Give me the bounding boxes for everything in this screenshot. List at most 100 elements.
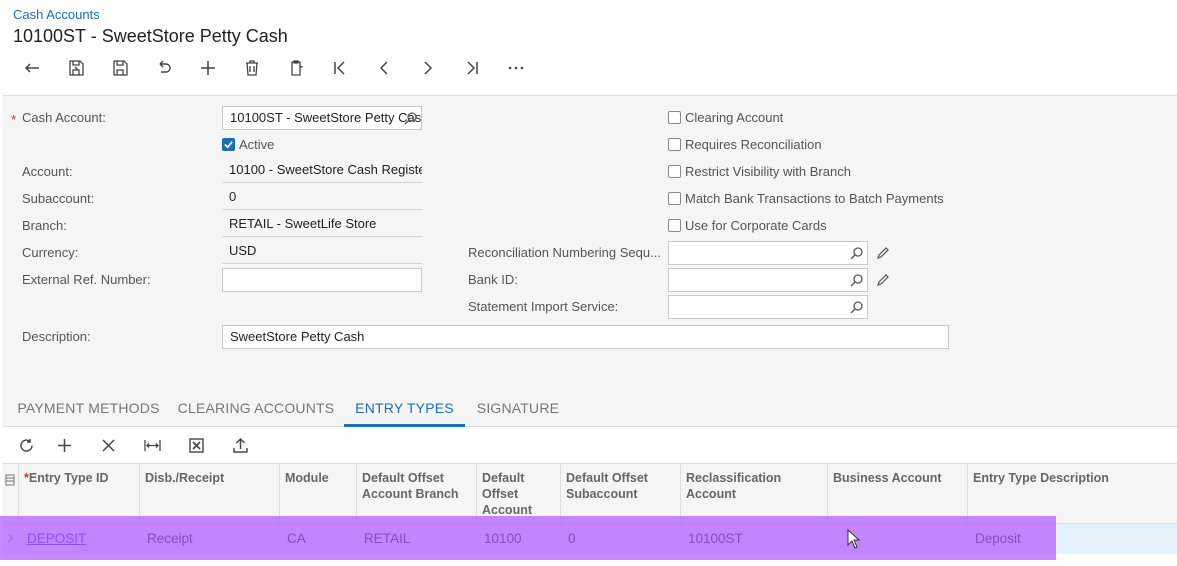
pencil-icon[interactable] bbox=[876, 273, 890, 287]
required-mark: * bbox=[11, 112, 17, 127]
header-entry-type-id[interactable]: *Entry Type ID bbox=[18, 464, 139, 525]
clearing-account-label: Clearing Account bbox=[685, 110, 784, 125]
cell-offset-branch[interactable]: RETAIL bbox=[356, 524, 410, 554]
tab-payment-methods[interactable]: PAYMENT METHODS bbox=[13, 385, 164, 427]
header-reclass-account[interactable]: Reclassification Account bbox=[680, 464, 827, 525]
upload-button[interactable] bbox=[218, 432, 262, 458]
cell-business-account[interactable] bbox=[827, 524, 835, 554]
corporate-cards-checkbox[interactable]: Use for Corporate Cards bbox=[668, 218, 827, 233]
header-offset-subaccount[interactable]: Default Offset Subaccount bbox=[560, 464, 680, 525]
next-record-button[interactable] bbox=[406, 56, 450, 80]
export-excel-button[interactable] bbox=[174, 432, 218, 458]
external-ref-input[interactable] bbox=[222, 268, 422, 292]
row-expander[interactable] bbox=[3, 524, 14, 554]
header-business-account[interactable]: Business Account bbox=[827, 464, 967, 525]
cell-entry-type-description[interactable]: Deposit bbox=[967, 524, 1021, 554]
checkbox-unchecked-icon bbox=[668, 192, 681, 205]
previous-record-button[interactable] bbox=[362, 56, 406, 80]
plus-icon bbox=[57, 438, 71, 452]
cell-disb-receipt[interactable]: Receipt bbox=[139, 524, 193, 554]
cash-account-label: Cash Account: bbox=[22, 110, 106, 125]
more-button[interactable] bbox=[494, 56, 538, 80]
fit-width-icon bbox=[143, 439, 161, 451]
chevron-left-icon bbox=[379, 61, 388, 75]
cash-account-field[interactable]: 10100ST - SweetStore Petty Cash bbox=[222, 106, 422, 130]
corporate-cards-label: Use for Corporate Cards bbox=[685, 218, 827, 233]
delete-button[interactable] bbox=[230, 56, 274, 80]
undo-button[interactable] bbox=[142, 56, 186, 80]
last-record-button[interactable] bbox=[450, 56, 494, 80]
arrow-left-icon bbox=[24, 63, 39, 73]
cell-module[interactable]: CA bbox=[279, 524, 306, 554]
entry-type-id-link[interactable]: DEPOSIT bbox=[27, 531, 86, 546]
breadcrumb[interactable]: Cash Accounts bbox=[13, 7, 100, 22]
save-button[interactable] bbox=[98, 56, 142, 80]
header-offset-branch[interactable]: Default Offset Account Branch bbox=[356, 464, 476, 525]
description-label: Description: bbox=[22, 329, 91, 344]
match-bank-checkbox[interactable]: Match Bank Transactions to Batch Payment… bbox=[668, 191, 944, 206]
back-button[interactable] bbox=[10, 56, 54, 80]
header-module[interactable]: Module bbox=[279, 464, 356, 525]
row-selector-header[interactable] bbox=[3, 464, 18, 525]
cell-offset-account[interactable]: 10100 bbox=[476, 524, 522, 554]
save-close-button[interactable] bbox=[54, 56, 98, 80]
header-entry-type-id-label: Entry Type ID bbox=[28, 471, 109, 485]
checkbox-unchecked-icon bbox=[668, 219, 681, 232]
clearing-account-checkbox[interactable]: Clearing Account bbox=[668, 110, 783, 125]
save-close-icon bbox=[69, 60, 84, 76]
add-button[interactable] bbox=[186, 56, 230, 80]
last-icon bbox=[467, 61, 478, 75]
refresh-button[interactable] bbox=[10, 432, 42, 458]
cell-reclass-account[interactable]: 10100ST bbox=[680, 524, 743, 554]
undo-icon bbox=[159, 60, 171, 73]
account-field[interactable]: 10100 - SweetStore Cash Register bbox=[222, 159, 422, 183]
close-icon bbox=[101, 438, 115, 452]
search-icon[interactable] bbox=[850, 246, 864, 260]
fit-columns-button[interactable] bbox=[130, 432, 174, 458]
pencil-icon[interactable] bbox=[876, 246, 890, 260]
header-entry-type-description[interactable]: Entry Type Description bbox=[967, 464, 1177, 525]
search-icon[interactable] bbox=[404, 111, 418, 125]
tab-signature[interactable]: SIGNATURE bbox=[473, 385, 563, 427]
first-record-button[interactable] bbox=[318, 56, 362, 80]
grid-header: *Entry Type ID Disb./Receipt Module Defa… bbox=[3, 463, 1177, 525]
branch-label: Branch: bbox=[22, 218, 67, 233]
checkbox-unchecked-icon bbox=[668, 138, 681, 151]
currency-field[interactable]: USD bbox=[222, 240, 422, 264]
checkbox-checked-icon bbox=[222, 138, 235, 151]
branch-field[interactable]: RETAIL - SweetLife Store bbox=[222, 213, 422, 237]
active-label: Active bbox=[239, 137, 275, 152]
active-checkbox[interactable]: Active bbox=[222, 137, 274, 152]
subaccount-field[interactable]: 0 bbox=[222, 186, 422, 210]
tab-entry-types[interactable]: ENTRY TYPES bbox=[344, 385, 465, 427]
search-icon[interactable] bbox=[850, 273, 864, 287]
cell-entry-type-id[interactable]: DEPOSIT bbox=[19, 524, 86, 554]
copy-paste-button[interactable] bbox=[274, 56, 318, 80]
delete-row-button[interactable] bbox=[86, 432, 130, 458]
checkbox-unchecked-icon bbox=[668, 165, 681, 178]
table-row[interactable]: DEPOSIT Receipt CA RETAIL 10100 0 10100S… bbox=[3, 524, 1177, 554]
page-title: 10100ST - SweetStore Petty Cash bbox=[13, 26, 288, 46]
excel-icon bbox=[188, 437, 204, 453]
header-offset-account[interactable]: Default Offset Account bbox=[476, 464, 560, 525]
summary-form: * Cash Account: 10100ST - SweetStore Pet… bbox=[3, 95, 1177, 385]
tab-bar: PAYMENT METHODS CLEARING ACCOUNTS ENTRY … bbox=[3, 385, 1177, 427]
add-row-button[interactable] bbox=[42, 432, 86, 458]
restrict-visibility-checkbox[interactable]: Restrict Visibility with Branch bbox=[668, 164, 851, 179]
header-disb-receipt[interactable]: Disb./Receipt bbox=[139, 464, 279, 525]
restrict-visibility-label: Restrict Visibility with Branch bbox=[685, 164, 851, 179]
refresh-icon bbox=[19, 438, 33, 452]
cell-offset-subaccount[interactable]: 0 bbox=[560, 524, 576, 554]
statement-import-label: Statement Import Service: bbox=[468, 299, 619, 314]
statement-import-input[interactable] bbox=[668, 295, 868, 319]
description-input[interactable]: SweetStore Petty Cash bbox=[222, 325, 949, 349]
bank-id-input[interactable] bbox=[668, 268, 868, 292]
tab-clearing-accounts[interactable]: CLEARING ACCOUNTS bbox=[175, 385, 337, 427]
bank-id-label: Bank ID: bbox=[468, 272, 518, 287]
save-icon bbox=[113, 60, 128, 76]
requires-reconciliation-label: Requires Reconciliation bbox=[685, 137, 822, 152]
chevron-right-icon bbox=[424, 61, 433, 75]
recon-numbering-input[interactable] bbox=[668, 241, 868, 265]
requires-reconciliation-checkbox[interactable]: Requires Reconciliation bbox=[668, 137, 822, 152]
search-icon[interactable] bbox=[850, 300, 864, 314]
